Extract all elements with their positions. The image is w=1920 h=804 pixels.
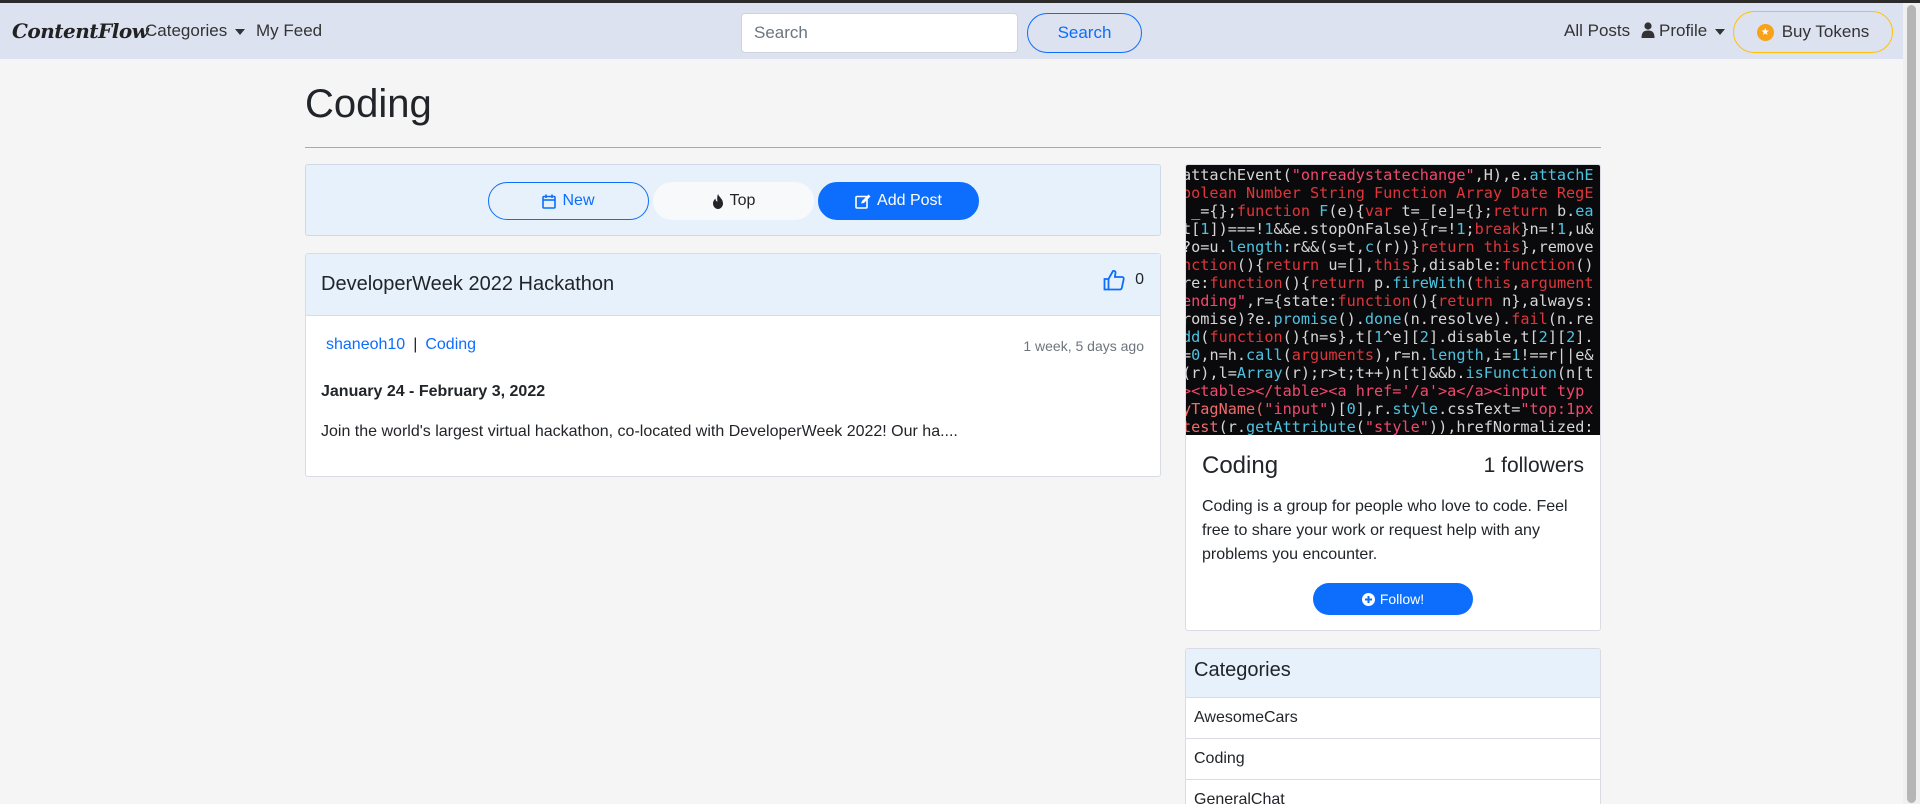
fire-icon bbox=[712, 193, 723, 209]
categories-header: Categories bbox=[1186, 649, 1600, 698]
add-post-label: Add Post bbox=[877, 192, 942, 209]
categories-dropdown[interactable]: Categories bbox=[145, 21, 246, 41]
post-header: DeveloperWeek 2022 Hackathon 0 bbox=[306, 254, 1160, 316]
follow-label: Follow! bbox=[1379, 591, 1425, 607]
profile-label: Profile bbox=[1659, 21, 1708, 40]
buy-tokens-button[interactable]: ★ Buy Tokens bbox=[1733, 11, 1893, 53]
group-followers: 1 followers bbox=[1483, 454, 1584, 477]
category-item-coding[interactable]: Coding bbox=[1186, 739, 1600, 780]
category-item-awesomecars[interactable]: AwesomeCars bbox=[1186, 698, 1600, 739]
sort-new-label: New bbox=[562, 192, 595, 209]
group-info-card: attachEvent("onreadystatechange",H),e.at… bbox=[1185, 164, 1601, 631]
post-subtitle: January 24 - February 3, 2022 bbox=[321, 383, 546, 400]
post-timestamp: 1 week, 5 days ago bbox=[1023, 338, 1144, 354]
calendar-icon bbox=[542, 194, 557, 209]
user-icon bbox=[1641, 22, 1655, 38]
search-button[interactable]: Search bbox=[1027, 13, 1142, 53]
post-author-link[interactable]: shaneoh10 bbox=[326, 336, 405, 353]
edit-icon bbox=[855, 194, 871, 209]
sort-toolbar: New Top Add Post bbox=[305, 164, 1161, 236]
search-input[interactable] bbox=[741, 13, 1018, 53]
page-title: Coding bbox=[305, 82, 432, 126]
category-item-generalchat[interactable]: GeneralChat bbox=[1186, 780, 1600, 804]
token-coin-icon: ★ bbox=[1756, 23, 1774, 41]
post-excerpt: Join the world's largest virtual hackath… bbox=[321, 423, 958, 440]
profile-dropdown[interactable]: Profile bbox=[1641, 21, 1726, 41]
scrollbar-thumb[interactable] bbox=[1907, 5, 1916, 803]
categories-label: Categories bbox=[145, 21, 228, 40]
follow-button[interactable]: Follow! bbox=[1313, 583, 1473, 615]
navbar: ContentFlow Categories My Feed Search Al… bbox=[0, 3, 1903, 59]
like-control: 0 bbox=[1103, 269, 1144, 291]
buy-tokens-label: Buy Tokens bbox=[1781, 22, 1870, 41]
thumbs-up-icon[interactable] bbox=[1103, 269, 1125, 291]
group-name: Coding bbox=[1202, 452, 1279, 479]
add-post-button[interactable]: Add Post bbox=[818, 182, 979, 220]
meta-separator: | bbox=[413, 336, 418, 353]
post-meta: shaneoh10 | Coding bbox=[326, 336, 476, 354]
caret-down-icon bbox=[1715, 28, 1726, 35]
post-card: DeveloperWeek 2022 Hackathon 0 shaneoh10… bbox=[305, 253, 1161, 477]
post-category-link[interactable]: Coding bbox=[425, 336, 476, 353]
all-posts-link[interactable]: All Posts bbox=[1564, 21, 1630, 41]
sort-top-button[interactable]: Top bbox=[653, 182, 814, 220]
page-scrollbar[interactable] bbox=[1903, 3, 1920, 804]
post-title[interactable]: DeveloperWeek 2022 Hackathon bbox=[321, 273, 614, 296]
group-banner-image: attachEvent("onreadystatechange",H),e.at… bbox=[1186, 165, 1600, 435]
group-description: Coding is a group for people who love to… bbox=[1202, 498, 1568, 563]
sort-new-button[interactable]: New bbox=[488, 182, 649, 220]
plus-circle-icon bbox=[1361, 592, 1375, 606]
categories-card: Categories AwesomeCars Coding GeneralCha… bbox=[1185, 648, 1601, 804]
caret-down-icon bbox=[235, 28, 246, 35]
my-feed-link[interactable]: My Feed bbox=[256, 21, 322, 41]
sort-top-label: Top bbox=[729, 192, 756, 209]
brand-logo[interactable]: ContentFlow bbox=[12, 19, 149, 43]
like-count: 0 bbox=[1135, 271, 1144, 288]
title-divider bbox=[305, 147, 1601, 148]
